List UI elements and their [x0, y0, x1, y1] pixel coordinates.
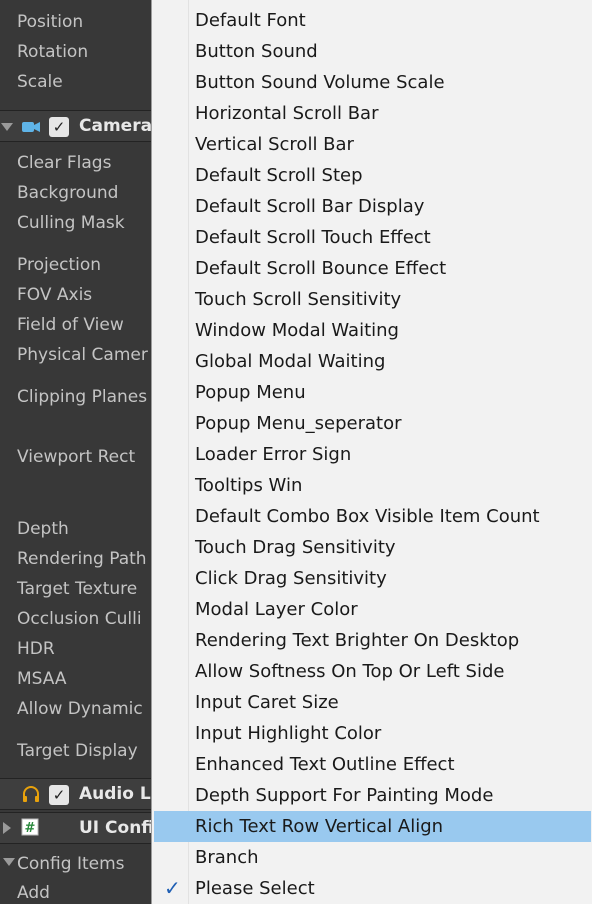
menu-item[interactable]: Depth Support For Painting Mode	[154, 780, 591, 811]
menu-item[interactable]: Input Highlight Color	[154, 718, 591, 749]
menu-item[interactable]: Touch Drag Sensitivity	[154, 532, 591, 563]
menu-item-label: Default Scroll Bounce Effect	[195, 258, 447, 279]
hdr-label: HDR	[17, 639, 55, 659]
menu-item[interactable]: Input Caret Size	[154, 687, 591, 718]
physical-camera-label: Physical Camer	[17, 345, 148, 365]
menu-item-label: Popup Menu	[195, 382, 306, 403]
target-display-label: Target Display	[17, 741, 138, 761]
menu-item[interactable]: Popup Menu_seperator	[154, 408, 591, 439]
menu-item-label: Click Drag Sensitivity	[195, 568, 387, 589]
menu-item[interactable]: Default Scroll Bounce Effect	[154, 253, 591, 284]
menu-item[interactable]: Default Font	[154, 5, 591, 36]
menu-item-label: Vertical Scroll Bar	[195, 134, 354, 155]
menu-item-label: Default Combo Box Visible Item Count	[195, 506, 540, 527]
menu-item-label: Touch Drag Sensitivity	[195, 537, 396, 558]
menu-item[interactable]: Rich Text Row Vertical Align	[154, 811, 591, 842]
menu-item-label: Global Modal Waiting	[195, 351, 386, 372]
rotation-label: Rotation	[17, 42, 89, 62]
menu-item-label: Button Sound	[195, 41, 318, 62]
menu-item-label: Branch	[195, 847, 259, 868]
menu-item[interactable]: Popup Menu	[154, 377, 591, 408]
menu-item-label: Horizontal Scroll Bar	[195, 103, 379, 124]
menu-item[interactable]: Button Sound	[154, 36, 591, 67]
projection-label: Projection	[17, 255, 102, 275]
clipping-planes-label: Clipping Planes	[17, 387, 148, 407]
camera-icon	[22, 122, 40, 132]
menu-item[interactable]: Default Combo Box Visible Item Count	[154, 501, 591, 532]
menu-item[interactable]: Allow Softness On Top Or Left Side	[154, 656, 591, 687]
background-label: Background	[17, 183, 119, 203]
ui-config-component-header[interactable]: # UI Confi	[0, 812, 152, 844]
config-items-foldout[interactable]: Config Items	[0, 852, 152, 876]
headphones-icon	[23, 786, 39, 802]
menu-item[interactable]: Branch	[154, 842, 591, 873]
menu-item-label: Touch Scroll Sensitivity	[195, 289, 402, 310]
menu-item[interactable]: Modal Layer Color	[154, 594, 591, 625]
svg-text:#: #	[25, 821, 36, 836]
menu-item[interactable]: Vertical Scroll Bar	[154, 129, 591, 160]
menu-item-label: Tooltips Win	[195, 475, 303, 496]
rendering-path-label: Rendering Path	[17, 549, 147, 569]
menu-item[interactable]: Touch Scroll Sensitivity	[154, 284, 591, 315]
foldout-arrow-icon[interactable]	[1, 123, 13, 131]
foldout-arrow-icon[interactable]	[3, 858, 15, 866]
menu-item-label: Rendering Text Brighter On Desktop	[195, 630, 520, 651]
menu-item-label: Window Modal Waiting	[195, 320, 399, 341]
dropdown-menu[interactable]: Default Font Button Sound Button Sound Vol…	[151, 0, 592, 904]
menu-item[interactable]: Default Scroll Bar Display	[154, 191, 591, 222]
menu-item-label: Default Font	[195, 10, 306, 31]
clear-flags-label: Clear Flags	[17, 153, 112, 173]
allow-dynamic-label: Allow Dynamic	[17, 699, 143, 719]
menu-item[interactable]: ✓ Please Select	[154, 873, 591, 904]
menu-item[interactable]: Default Scroll Touch Effect	[154, 222, 591, 253]
menu-item[interactable]: Horizontal Scroll Bar	[154, 98, 591, 129]
viewport-rect-label: Viewport Rect	[17, 447, 136, 467]
ui-config-title: UI Confi	[79, 818, 152, 838]
menu-item[interactable]: Enhanced Text Outline Effect	[154, 749, 591, 780]
culling-mask-label: Culling Mask	[17, 213, 125, 233]
camera-component-header[interactable]: ✓ Camera	[0, 110, 152, 142]
audio-listener-title: Audio Li	[79, 784, 152, 804]
inspector-panel: Position Rotation Scale ✓ Camera Clear F…	[0, 0, 152, 904]
menu-item[interactable]: Click Drag Sensitivity	[154, 563, 591, 594]
menu-item-label: Please Select	[195, 878, 315, 899]
menu-item[interactable]: Tooltips Win	[154, 470, 591, 501]
menu-item-label: Allow Softness On Top Or Left Side	[195, 661, 505, 682]
camera-title: Camera	[79, 116, 152, 136]
target-texture-label: Target Texture	[17, 579, 138, 599]
menu-item-label: Input Caret Size	[195, 692, 339, 713]
script-hash-icon: #	[21, 818, 39, 836]
menu-item-label: Default Scroll Bar Display	[195, 196, 425, 217]
menu-item-label: Depth Support For Painting Mode	[195, 785, 494, 806]
menu-item-label: Default Scroll Touch Effect	[195, 227, 431, 248]
menu-item[interactable]: Button Sound Volume Scale	[154, 67, 591, 98]
audio-listener-enabled-checkbox[interactable]: ✓	[49, 785, 69, 805]
occlusion-culling-label: Occlusion Culli	[17, 609, 142, 629]
menu-item[interactable]: Loader Error Sign	[154, 439, 591, 470]
position-label: Position	[17, 12, 84, 32]
add-label[interactable]: Add	[17, 882, 50, 904]
menu-item-label: Default Scroll Step	[195, 165, 363, 186]
foldout-arrow-icon[interactable]	[3, 822, 11, 834]
menu-item-label: Rich Text Row Vertical Align	[195, 816, 444, 837]
camera-enabled-checkbox[interactable]: ✓	[49, 117, 69, 137]
menu-item[interactable]: Rendering Text Brighter On Desktop	[154, 625, 591, 656]
field-of-view-label: Field of View	[17, 315, 124, 335]
msaa-label: MSAA	[17, 669, 67, 689]
menu-item-label: Input Highlight Color	[195, 723, 382, 744]
menu-item[interactable]: Global Modal Waiting	[154, 346, 591, 377]
checkmark-icon: ✓	[164, 876, 181, 900]
audio-listener-component-header[interactable]: ✓ Audio Li	[0, 778, 152, 810]
menu-item[interactable]: Default Scroll Step	[154, 160, 591, 191]
config-items-label: Config Items	[17, 854, 125, 874]
menu-item-label: Button Sound Volume Scale	[195, 72, 445, 93]
menu-item-label: Loader Error Sign	[195, 444, 352, 465]
depth-label: Depth	[17, 519, 69, 539]
menu-item-label: Enhanced Text Outline Effect	[195, 754, 455, 775]
menu-item[interactable]: Window Modal Waiting	[154, 315, 591, 346]
menu-item-label: Modal Layer Color	[195, 599, 358, 620]
menu-item-label: Popup Menu_seperator	[195, 413, 402, 434]
fov-axis-label: FOV Axis	[17, 285, 93, 305]
scale-label: Scale	[17, 72, 63, 92]
